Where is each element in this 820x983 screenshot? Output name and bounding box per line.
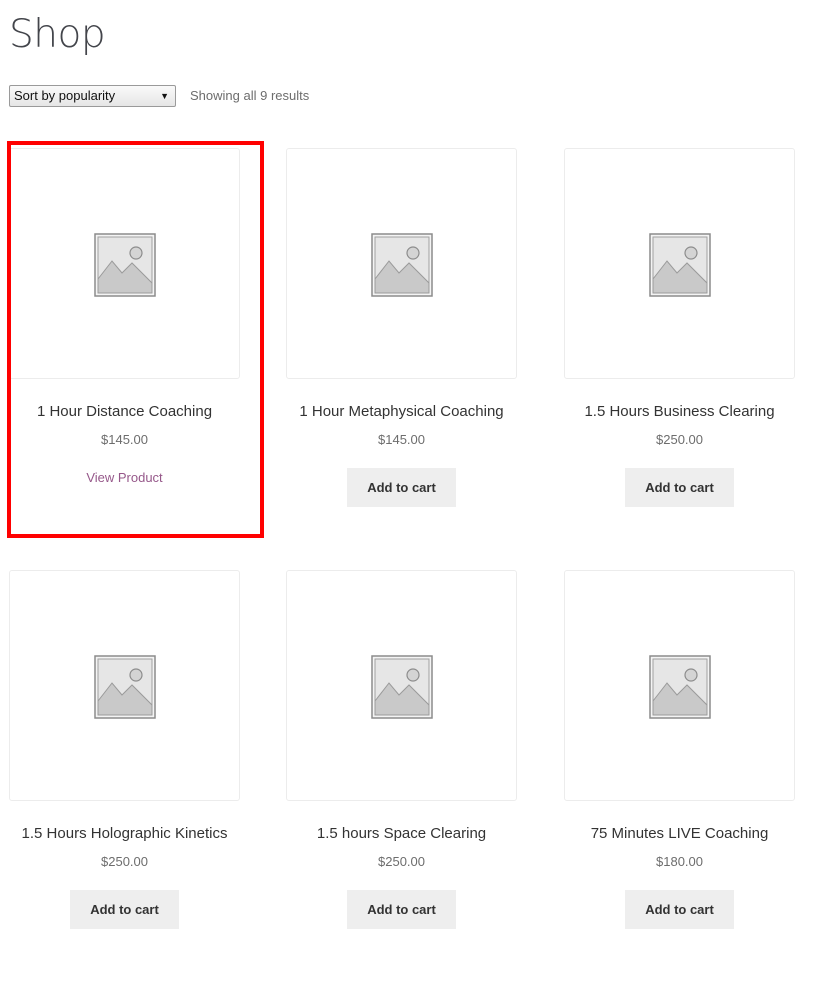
image-placeholder-icon xyxy=(649,233,711,297)
product-title[interactable]: 75 Minutes LIVE Coaching xyxy=(564,824,795,844)
product-image[interactable] xyxy=(286,570,517,801)
product-image[interactable] xyxy=(564,570,795,801)
add-to-cart-button[interactable]: Add to cart xyxy=(347,890,456,929)
result-count: Showing all 9 results xyxy=(190,88,310,103)
product-image[interactable] xyxy=(9,570,240,801)
product-image[interactable] xyxy=(564,148,795,379)
product-image[interactable] xyxy=(286,148,517,379)
product-title[interactable]: 1.5 Hours Business Clearing xyxy=(564,402,795,422)
caret-down-icon: ▼ xyxy=(160,91,169,101)
product-price: $145.00 xyxy=(378,432,425,447)
product-image[interactable] xyxy=(9,148,240,379)
product-title[interactable]: 1 Hour Distance Coaching xyxy=(9,402,240,422)
product-card: 1 Hour Metaphysical Coaching $145.00 Add… xyxy=(286,148,517,507)
image-placeholder-icon xyxy=(649,655,711,719)
product-card: 1.5 Hours Holographic Kinetics $250.00 A… xyxy=(9,570,240,929)
add-to-cart-button[interactable]: Add to cart xyxy=(625,468,734,507)
product-title[interactable]: 1 Hour Metaphysical Coaching xyxy=(286,402,517,422)
product-card: 75 Minutes LIVE Coaching $180.00 Add to … xyxy=(564,570,795,929)
product-price: $250.00 xyxy=(656,432,703,447)
product-title[interactable]: 1.5 Hours Holographic Kinetics xyxy=(9,824,240,844)
image-placeholder-icon xyxy=(371,655,433,719)
add-to-cart-button[interactable]: Add to cart xyxy=(625,890,734,929)
page-title: Shop xyxy=(9,12,106,57)
shop-page: Shop Sort by popularity ▼ Showing all 9 … xyxy=(0,0,820,983)
add-to-cart-button[interactable]: Add to cart xyxy=(347,468,456,507)
product-price: $250.00 xyxy=(101,854,148,869)
product-card: 1.5 Hours Business Clearing $250.00 Add … xyxy=(564,148,795,507)
sort-select[interactable]: Sort by popularity ▼ xyxy=(9,85,176,107)
product-price: $180.00 xyxy=(656,854,703,869)
product-title[interactable]: 1.5 hours Space Clearing xyxy=(286,824,517,844)
view-product-link[interactable]: View Product xyxy=(86,469,162,487)
add-to-cart-button[interactable]: Add to cart xyxy=(70,890,179,929)
sort-select-value: Sort by popularity xyxy=(14,88,116,103)
product-price: $250.00 xyxy=(378,854,425,869)
product-card: 1 Hour Distance Coaching $145.00 View Pr… xyxy=(9,148,240,487)
image-placeholder-icon xyxy=(371,233,433,297)
image-placeholder-icon xyxy=(94,233,156,297)
product-card: 1.5 hours Space Clearing $250.00 Add to … xyxy=(286,570,517,929)
product-price: $145.00 xyxy=(101,432,148,447)
image-placeholder-icon xyxy=(94,655,156,719)
